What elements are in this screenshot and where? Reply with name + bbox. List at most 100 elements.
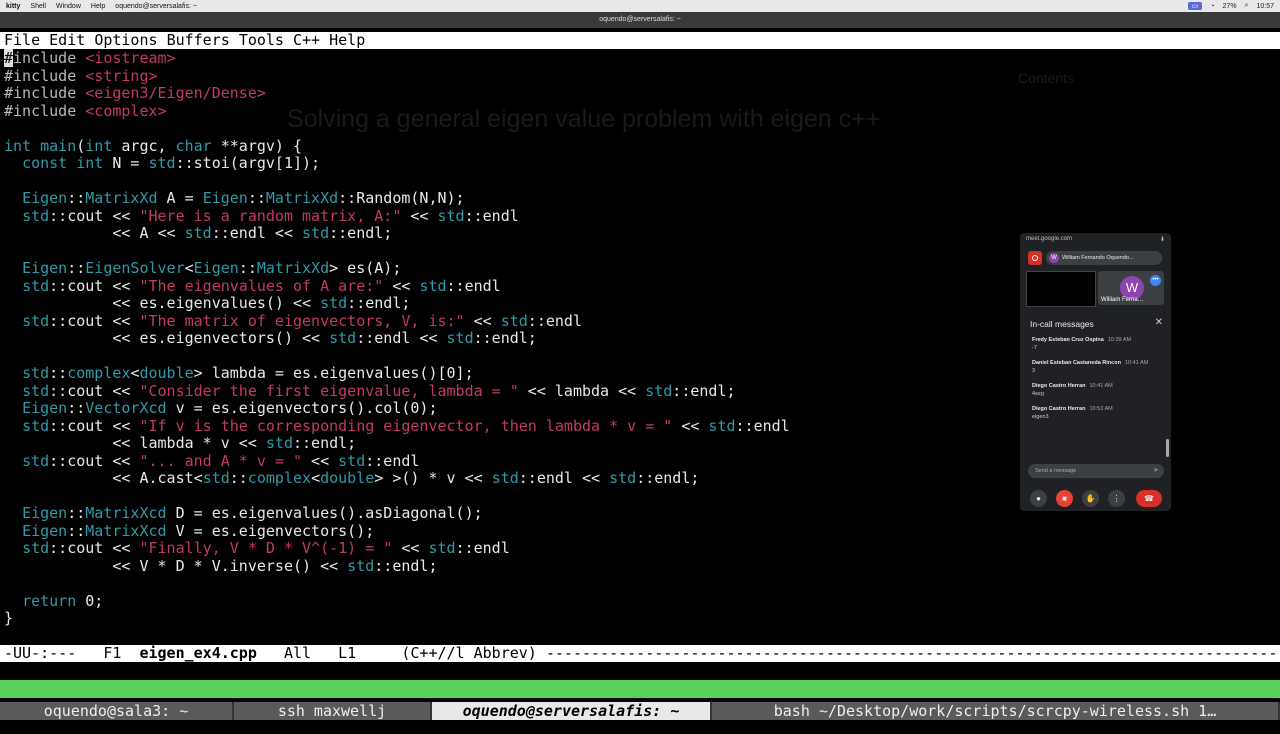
mac-window-title: oquendo@serversalafis: ~ [115, 2, 197, 10]
wifi-status-icon[interactable]: ◔ [1210, 3, 1214, 10]
participant-name: William Ferna… [1101, 297, 1144, 303]
presenter-name: William Fernando Oquendo… [1062, 255, 1135, 261]
code-line[interactable]: #include <eigen3/Eigen/Dense> [4, 84, 790, 103]
message-time: 10:41 AM [1124, 360, 1149, 366]
recording-icon[interactable] [1028, 251, 1042, 265]
send-icon[interactable]: ➤ [1153, 464, 1159, 478]
code-line[interactable] [4, 488, 790, 506]
microphone-icon[interactable]: ● [1030, 490, 1047, 507]
meet-panel: meet.google.com ⬇ W William Fernando Oqu… [1020, 233, 1171, 511]
message-list: Fredy Esteban Cruz Ospina 10:39 AM -7 Dan… [1032, 337, 1162, 429]
code-line[interactable]: std::cout << "The matrix of eigenvectors… [4, 312, 790, 331]
shared-screen-tile[interactable] [1026, 271, 1096, 307]
call-controls: ● ■ ✋ ⋮ ☎ [1030, 490, 1165, 507]
window-titlebar: oquendo@serversalafis: ~ [0, 12, 1280, 28]
code-line[interactable]: Eigen::EigenSolver<Eigen::MatrixXd> es(A… [4, 259, 790, 278]
code-line[interactable] [4, 120, 790, 138]
buffer-name[interactable]: eigen_ex4.cpp [139, 645, 256, 662]
message-time: 10:41 AM [1089, 383, 1113, 389]
code-line[interactable]: std::cout << "Finally, V * D * V^(-1) = … [4, 539, 790, 558]
more-options-icon[interactable]: ⋮ [1108, 490, 1125, 507]
code-line[interactable]: std::cout << "If v is the corresponding … [4, 417, 790, 436]
menu-options[interactable]: Options [94, 31, 157, 49]
buffer-status: -UU-:--- [4, 645, 77, 662]
message-time: 10:53 AM [1089, 406, 1113, 412]
screen-share-icon[interactable]: ▭ [1187, 2, 1203, 10]
code-line[interactable]: << lambda * v << std::endl; [4, 434, 790, 453]
camera-off-icon[interactable]: ■ [1056, 490, 1073, 507]
message-item: Fredy Esteban Cruz Ospina 10:39 AM -7 [1032, 337, 1162, 351]
code-line[interactable]: << es.eigenvectors() << std::endl << std… [4, 329, 790, 348]
code-line[interactable]: << es.eigenvalues() << std::endl; [4, 294, 790, 313]
mode-line-fill: ----------------------------------------… [545, 645, 1280, 662]
tab-sala3[interactable]: oquendo@sala3: ~ [0, 702, 234, 720]
code-line[interactable] [4, 173, 790, 191]
mac-menu-bar: kitty Shell Window Help oquendo@serversa… [0, 0, 1280, 12]
code-line[interactable]: std::cout << "Consider the first eigenva… [4, 382, 790, 401]
emacs-menu-bar: File Edit Options Buffers Tools C++ Help [0, 32, 1280, 49]
message-sender: Diego Castro Herran [1032, 383, 1086, 389]
message-sender: Fredy Esteban Cruz Ospina [1032, 337, 1104, 343]
code-editor[interactable]: #include <iostream> #include <string> #inc… [4, 49, 790, 628]
tab-serversalafis[interactable]: oquendo@serversalafis: ~ [432, 702, 712, 720]
message-item: Daniel Esteban Castaneda Rincon 10:41 AM … [1032, 360, 1162, 374]
messages-scrollbar[interactable] [1166, 439, 1169, 457]
mac-app-menu[interactable]: kitty [6, 3, 20, 10]
line-number: L1 [338, 645, 357, 662]
menu-tools[interactable]: Tools [239, 31, 284, 49]
message-sender: Daniel Esteban Castaneda Rincon [1032, 360, 1121, 366]
code-line[interactable] [4, 348, 790, 366]
mac-menu-shell[interactable]: Shell [30, 3, 46, 10]
code-line[interactable]: Eigen::VectorXcd v = es.eigenvectors().c… [4, 399, 790, 418]
code-line[interactable]: std::complex<double> lambda = es.eigenva… [4, 364, 790, 383]
meet-url: meet.google.com [1026, 236, 1073, 242]
code-line[interactable]: Eigen::MatrixXcd V = es.eigenvectors(); [4, 522, 790, 541]
code-line[interactable] [4, 575, 790, 593]
background-toc: Contents [1018, 70, 1075, 86]
participant-tile[interactable]: W ••• William Ferna… [1098, 271, 1164, 305]
code-line[interactable]: #include <string> [4, 67, 790, 86]
code-line[interactable]: << V * D * V.inverse() << std::endl; [4, 557, 790, 576]
close-icon[interactable]: ✕ [1155, 317, 1163, 328]
message-item: Diego Castro Herran 10:53 AM eigen3 [1032, 406, 1162, 420]
menu-help[interactable]: Help [329, 31, 365, 49]
code-line[interactable]: << A.cast<std::complex<double> >() * v <… [4, 469, 790, 488]
major-mode[interactable]: (C++//l Abbrev) [401, 645, 536, 662]
message-text: eigen3 [1032, 414, 1049, 420]
code-line[interactable]: return 0; [4, 592, 790, 611]
message-item: Diego Castro Herran 10:41 AM 4seg [1032, 383, 1162, 397]
code-line[interactable]: } [4, 609, 790, 628]
message-text: 4seg [1032, 391, 1044, 397]
raise-hand-icon[interactable]: ✋ [1082, 490, 1099, 507]
menu-cpp[interactable]: C++ [293, 31, 320, 49]
end-call-icon[interactable]: ☎ [1136, 490, 1162, 507]
tab-scrcpy[interactable]: bash ~/Desktop/work/scripts/scrcpy-wirel… [712, 702, 1280, 720]
search-icon[interactable]: ⌕ [1245, 2, 1249, 10]
code-line[interactable] [4, 243, 790, 261]
mac-menu-window[interactable]: Window [56, 3, 81, 10]
terminal-tab-bar: oquendo@sala3: ~ ssh maxwellj oquendo@se… [0, 702, 1280, 720]
clock[interactable]: 10:57 [1256, 3, 1274, 10]
menu-edit[interactable]: Edit [49, 31, 85, 49]
presenter-chip[interactable]: W William Fernando Oquendo… [1046, 251, 1162, 265]
code-line[interactable]: #include <iostream> [4, 49, 790, 68]
code-line[interactable]: int main(int argc, char **argv) { [4, 137, 790, 156]
tab-ssh-maxwellj[interactable]: ssh maxwellj [234, 702, 432, 720]
pin-icon[interactable]: ⬇ [1160, 236, 1165, 243]
menu-file[interactable]: File [4, 31, 40, 49]
code-line[interactable]: std::cout << "... and A * v = " << std::… [4, 452, 790, 471]
code-line[interactable]: Eigen::MatrixXd A = Eigen::MatrixXd::Ran… [4, 189, 790, 208]
mac-menu-help[interactable]: Help [91, 3, 105, 10]
presenter-avatar: W [1049, 253, 1059, 263]
mac-status-area: ▭ ◔ 27% ⌕ 10:57 [1187, 0, 1274, 12]
code-line[interactable]: Eigen::MatrixXcd D = es.eigenvalues().as… [4, 504, 790, 523]
code-line[interactable]: << A << std::endl << std::endl; [4, 224, 790, 243]
battery-percent[interactable]: 27% [1223, 3, 1237, 10]
menu-buffers[interactable]: Buffers [167, 31, 230, 49]
code-line[interactable]: #include <complex> [4, 102, 790, 121]
message-text: -7 [1032, 345, 1037, 351]
code-line[interactable]: std::cout << "Here is a random matrix, A… [4, 207, 790, 226]
code-line[interactable]: std::cout << "The eigenvalues of A are:"… [4, 277, 790, 296]
code-line[interactable]: const int N = std::stoi(argv[1]); [4, 154, 790, 173]
message-input[interactable]: Send a message ➤ [1028, 464, 1164, 478]
